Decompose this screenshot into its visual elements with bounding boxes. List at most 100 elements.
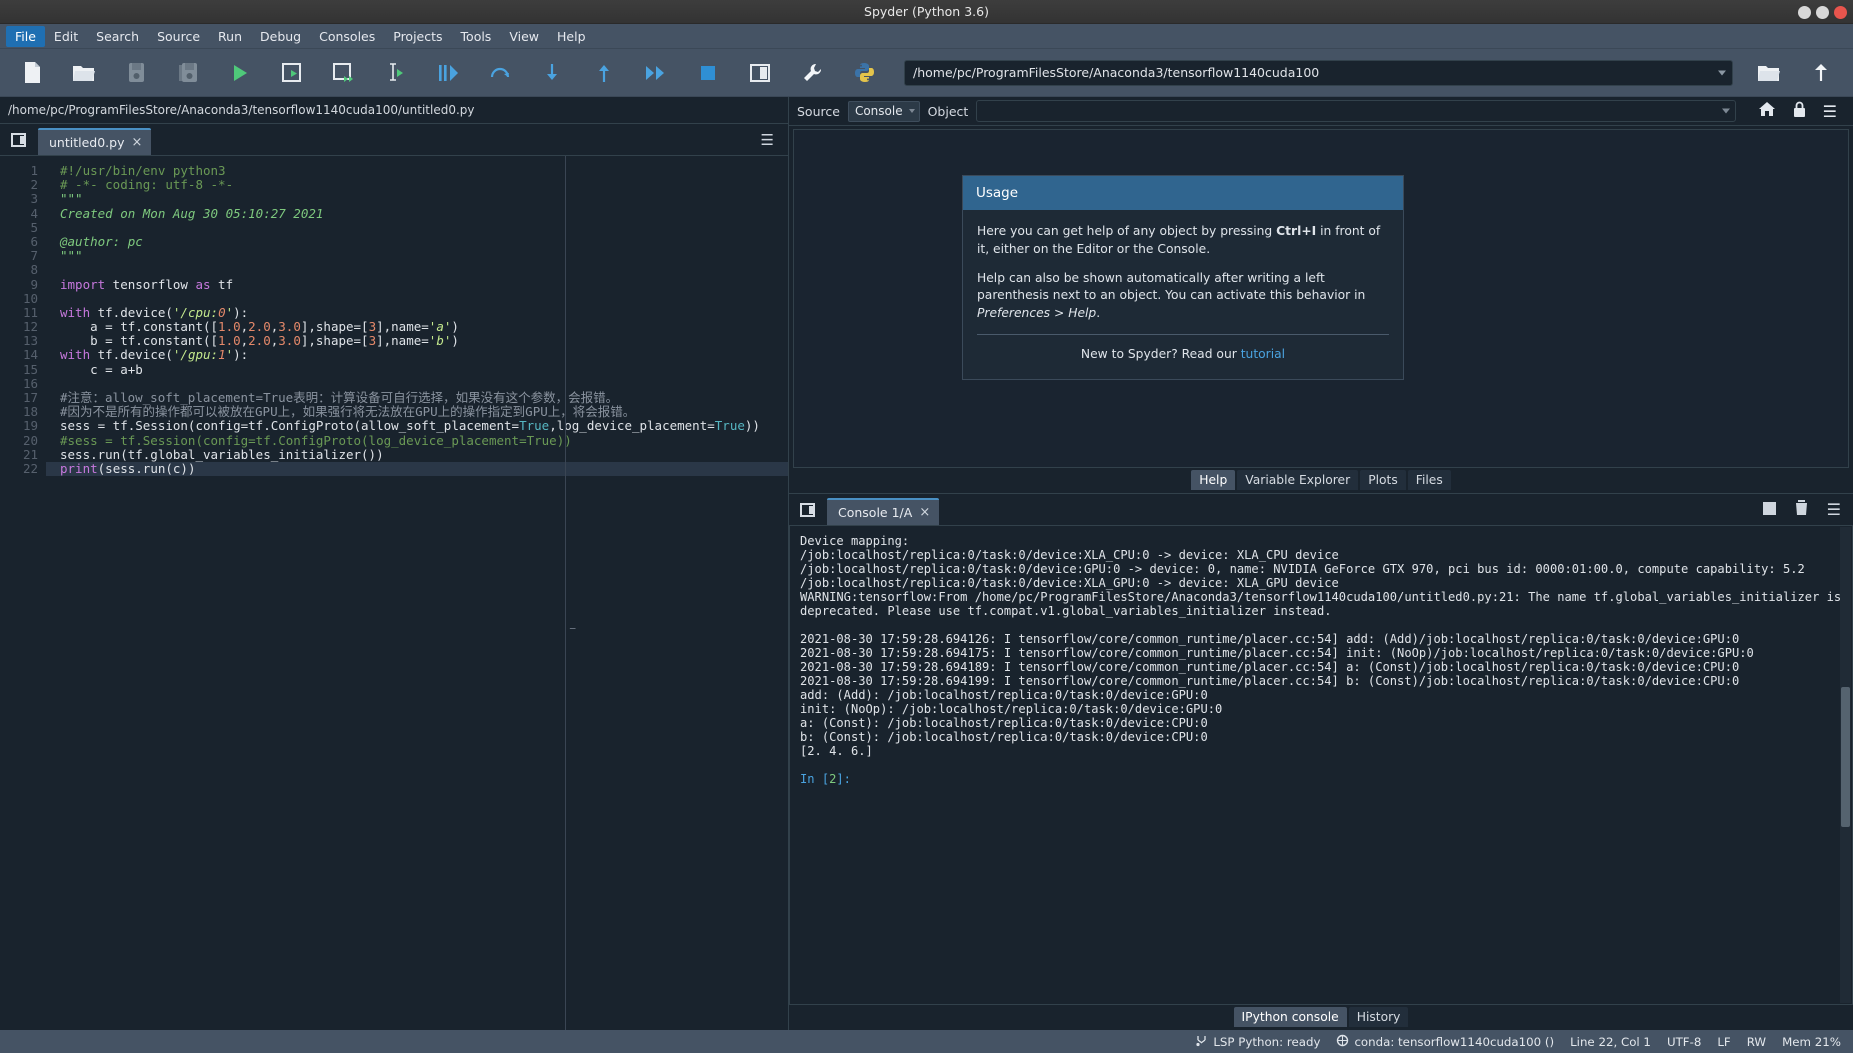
close-button[interactable] xyxy=(1834,5,1847,19)
line-number: 20 xyxy=(22,432,38,448)
run-selection-icon[interactable] xyxy=(370,51,422,95)
debug-step-return-icon[interactable] xyxy=(578,51,630,95)
help-object-input[interactable] xyxy=(976,100,1736,122)
file-encoding: UTF-8 xyxy=(1666,1034,1702,1049)
tab-variable-explorer[interactable]: Variable Explorer xyxy=(1237,469,1359,490)
hamburger-options-icon[interactable]: ☰ xyxy=(1827,500,1841,519)
menubar: File Edit Search Source Run Debug Consoles Proj… xyxy=(0,24,1853,49)
working-directory-combo[interactable]: /home/pc/ProgramFilesStore/Anaconda3/ten… xyxy=(904,59,1733,86)
run-cell-icon[interactable] xyxy=(266,51,318,95)
line-number: 17 xyxy=(22,390,38,405)
menu-projects[interactable]: Projects xyxy=(384,26,451,47)
console-scrollbar[interactable] xyxy=(1840,527,1851,1003)
editor-tabbar: untitled0.py × ☰ xyxy=(0,124,788,155)
tab-ipython-console[interactable]: IPython console xyxy=(1233,1006,1347,1027)
close-icon[interactable]: × xyxy=(919,505,930,520)
remove-all-variables-icon[interactable] xyxy=(1794,499,1809,520)
file-browse-icon[interactable] xyxy=(6,124,32,155)
menu-consoles[interactable]: Consoles xyxy=(310,26,384,47)
debug-file-icon[interactable] xyxy=(422,51,474,95)
run-file-icon[interactable] xyxy=(214,51,266,95)
code-line: a = tf.constant([1.0,2.0,3.0],shape=[3],… xyxy=(60,319,459,335)
debug-step-into-icon[interactable] xyxy=(526,51,578,95)
maximize-button[interactable] xyxy=(1816,5,1829,19)
line-number: 10 xyxy=(22,290,38,306)
menu-debug[interactable]: Debug xyxy=(251,26,310,47)
line-number: 3 xyxy=(30,191,38,207)
menu-view[interactable]: View xyxy=(500,26,548,47)
line-ending: LF xyxy=(1717,1034,1731,1049)
stop-debug-icon[interactable] xyxy=(682,51,734,95)
code-fold-marker[interactable]: − xyxy=(569,622,576,635)
usage-paragraph-2: Help can also be shown automatically aft… xyxy=(977,270,1389,323)
chevron-down-icon xyxy=(1721,108,1730,114)
scrollbar-thumb[interactable] xyxy=(1841,687,1850,827)
menu-file[interactable]: File xyxy=(6,25,45,47)
file-browse-icon[interactable] xyxy=(795,494,821,525)
code-line: """ xyxy=(60,248,83,264)
preferences-wrench-icon[interactable] xyxy=(786,51,838,95)
debug-continue-icon[interactable] xyxy=(630,51,682,95)
conda-status[interactable]: conda: tensorflow1140cuda100 () xyxy=(1336,1034,1554,1050)
python-path-manager-icon[interactable] xyxy=(838,51,890,95)
tab-help[interactable]: Help xyxy=(1191,469,1236,490)
tab-plots[interactable]: Plots xyxy=(1360,469,1406,490)
open-file-icon[interactable] xyxy=(58,51,110,95)
parent-directory-icon[interactable] xyxy=(1795,51,1847,95)
lock-icon[interactable] xyxy=(1792,101,1807,122)
line-number: 22 xyxy=(22,460,38,476)
menu-source[interactable]: Source xyxy=(148,26,209,47)
help-source-combo[interactable]: Console xyxy=(847,100,920,122)
chevron-down-icon xyxy=(908,109,915,113)
line-number: 5 xyxy=(30,219,38,235)
new-file-icon[interactable] xyxy=(6,51,58,95)
code-line: # -*- coding: utf-8 -*- xyxy=(60,177,234,193)
line-number: 18 xyxy=(22,404,38,420)
minimize-button[interactable] xyxy=(1798,5,1811,19)
save-all-icon[interactable] xyxy=(162,51,214,95)
console-pane: Console 1/A × ☰ Device mapping: /job:loc… xyxy=(789,493,1853,1030)
line-number: 16 xyxy=(22,375,38,391)
usage-card: Usage Here you can get help of any objec… xyxy=(962,175,1404,380)
tab-history[interactable]: History xyxy=(1348,1006,1409,1027)
maximize-pane-icon[interactable] xyxy=(734,51,786,95)
menu-search[interactable]: Search xyxy=(87,26,148,47)
menu-run[interactable]: Run xyxy=(209,26,251,47)
help-pane: Source Console Object ☰ Usage Here you c… xyxy=(789,97,1853,493)
hamburger-options-icon[interactable]: ☰ xyxy=(761,131,774,149)
code-editor[interactable]: 1 2 3 4 5 6 7 8 9 10 11 12 13 14 15 16 17 18 19 20 21 22 #!/u… xyxy=(0,155,788,1030)
editor-tab-untitled0[interactable]: untitled0.py × xyxy=(38,128,152,155)
line-number: 14 xyxy=(22,347,38,363)
code-line: with tf.device('/gpu:1'): xyxy=(60,347,249,363)
tab-files[interactable]: Files xyxy=(1407,469,1451,490)
run-cell-advance-icon[interactable] xyxy=(318,51,370,95)
tutorial-link[interactable]: tutorial xyxy=(1241,347,1285,361)
home-icon[interactable] xyxy=(1758,101,1776,121)
menu-edit[interactable]: Edit xyxy=(45,26,87,47)
close-icon[interactable]: × xyxy=(131,136,142,149)
line-number: 19 xyxy=(22,418,38,434)
console-tool-icons: ☰ xyxy=(1762,499,1841,520)
line-number: 12 xyxy=(22,319,38,335)
open-folder-icon[interactable] xyxy=(1743,51,1795,95)
save-file-icon[interactable] xyxy=(110,51,162,95)
usage-paragraph-1: Here you can get help of any object by p… xyxy=(977,223,1389,259)
menu-help[interactable]: Help xyxy=(548,26,595,47)
console-output[interactable]: Device mapping: /job:localhost/replica:0… xyxy=(789,525,1853,1005)
line-number: 8 xyxy=(30,262,38,278)
help-object-label: Object xyxy=(927,103,969,119)
debug-step-over-icon[interactable] xyxy=(474,51,526,95)
menu-tools[interactable]: Tools xyxy=(452,26,501,47)
code-text[interactable]: #!/usr/bin/env python3 # -*- coding: utf-… xyxy=(46,156,788,1030)
hamburger-options-icon[interactable]: ☰ xyxy=(1823,102,1837,121)
code-line: Created on Mon Aug 30 05:10:27 2021 xyxy=(60,205,324,221)
console-tab-1a[interactable]: Console 1/A × xyxy=(827,498,940,525)
lsp-status[interactable]: LSP Python: ready xyxy=(1195,1034,1320,1050)
code-line: import tensorflow as tf xyxy=(60,276,234,292)
stop-icon[interactable] xyxy=(1762,500,1776,519)
usage-body: Here you can get help of any object by p… xyxy=(963,210,1403,379)
editor-pane: /home/pc/ProgramFilesStore/Anaconda3/ten… xyxy=(0,97,789,1030)
line-number: 6 xyxy=(30,233,38,249)
code-line: print(sess.run(c)) xyxy=(46,461,788,477)
code-line: sess = tf.Session(config=tf.ConfigProto(… xyxy=(60,418,760,434)
